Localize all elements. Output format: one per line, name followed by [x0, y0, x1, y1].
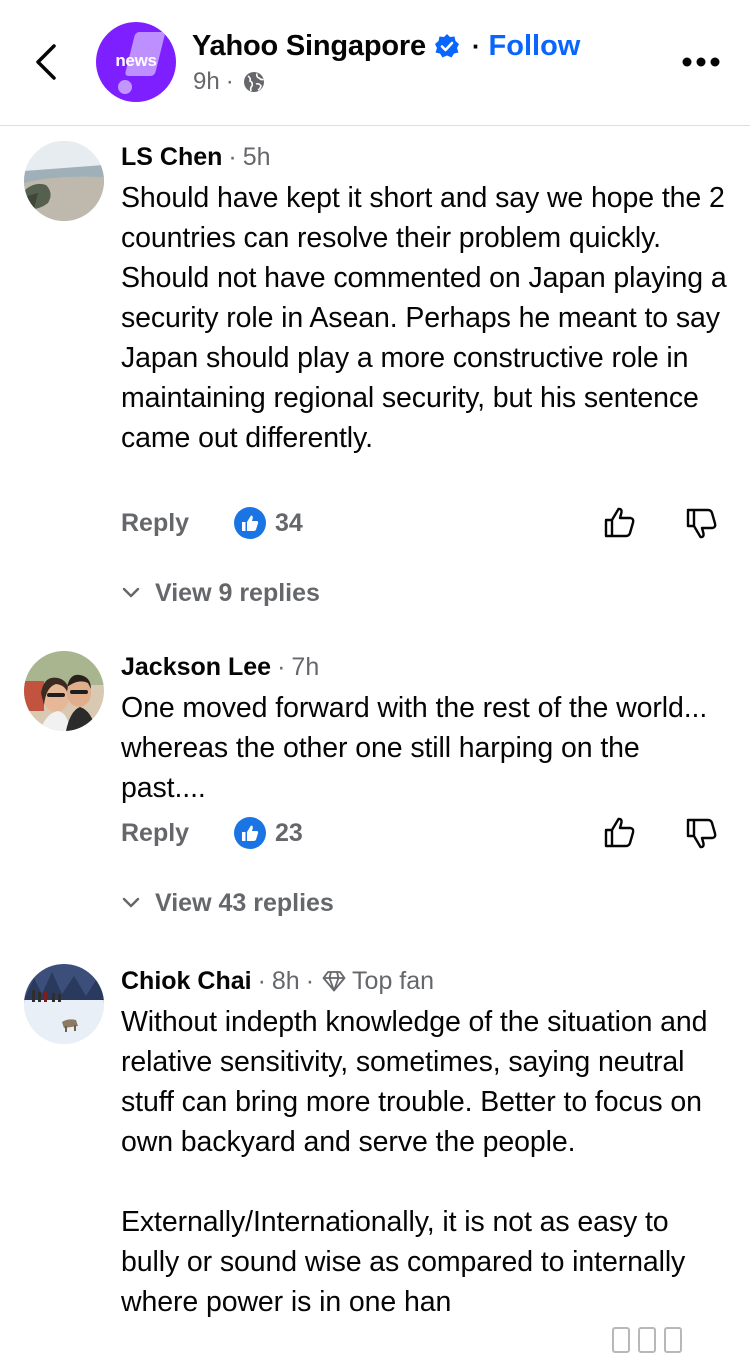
comment-author[interactable]: Chiok Chai	[121, 967, 252, 996]
top-fan-badge: Top fan	[352, 966, 435, 995]
page-name-row: Yahoo Singapore · Follow	[192, 28, 580, 64]
comment: LS Chen · 5h Should have kept it short a…	[0, 140, 750, 620]
comment-time[interactable]: 7h	[291, 653, 319, 682]
reply-button[interactable]: Reply	[121, 819, 189, 848]
like-count: 34	[275, 508, 303, 537]
avatar-couple-photo	[24, 651, 104, 731]
comment-author[interactable]: Jackson Lee	[121, 653, 271, 682]
watermark-mark	[638, 1327, 656, 1353]
thumb-down-icon[interactable]	[685, 817, 719, 851]
thumb-up-icon[interactable]	[603, 505, 637, 539]
more-options-button[interactable]	[680, 52, 722, 72]
comment-header: Jackson Lee · 7h	[121, 650, 731, 684]
badge-separator: ·	[305, 966, 315, 995]
back-button[interactable]	[30, 40, 66, 84]
globe-icon[interactable]	[242, 70, 266, 94]
view-replies-label: View 43 replies	[155, 888, 334, 917]
post-meta: 9h ·	[193, 66, 266, 98]
chevron-down-icon	[122, 897, 140, 908]
avatar[interactable]	[24, 651, 104, 731]
comment-header: Chiok Chai · 8h · Top fan	[121, 964, 731, 998]
comment-separator: ·	[257, 966, 266, 995]
meta-separator: ·	[225, 68, 234, 95]
comment-separator: ·	[228, 142, 237, 171]
page-avatar[interactable]: news	[96, 22, 176, 102]
comment: Jackson Lee · 7h One moved forward with …	[0, 650, 750, 930]
avatar-beach-photo	[24, 141, 104, 221]
post-time: 9h	[193, 68, 220, 95]
reply-button[interactable]: Reply	[121, 509, 189, 538]
comment: Chiok Chai · 8h · Top fan Without indept…	[0, 964, 750, 1366]
watermark	[612, 1327, 682, 1353]
comment-separator: ·	[277, 652, 286, 681]
watermark-mark	[664, 1327, 682, 1353]
like-badge-icon	[234, 817, 266, 849]
page-name[interactable]: Yahoo Singapore	[192, 30, 426, 63]
chevron-down-icon	[122, 587, 140, 598]
comment-actions: Reply 23	[121, 815, 731, 855]
view-replies-button[interactable]: View 9 replies	[121, 576, 320, 610]
comment-time[interactable]: 5h	[243, 143, 271, 172]
header-separator: ·	[471, 30, 481, 61]
comment-text: Should have kept it short and say we hop…	[121, 182, 727, 454]
post-header: news Yahoo Singapore · Follow 9h ·	[0, 0, 750, 126]
diamond-icon	[322, 971, 346, 992]
comment-text: Without indepth knowledge of the situati…	[121, 1006, 708, 1318]
like-count: 23	[275, 818, 303, 847]
avatar-snow-photo	[24, 964, 104, 1044]
comment-author[interactable]: LS Chen	[121, 143, 222, 172]
comment-time[interactable]: 8h	[272, 967, 300, 996]
comment-header: LS Chen · 5h	[121, 140, 731, 174]
like-badge-icon	[234, 507, 266, 539]
follow-button[interactable]: Follow	[489, 30, 581, 63]
thumb-up-icon[interactable]	[603, 815, 637, 849]
comment-actions: Reply 34	[121, 505, 731, 545]
comment-text: One moved forward with the rest of the w…	[121, 692, 708, 804]
reaction-summary[interactable]: 23	[234, 817, 303, 849]
thumb-down-icon[interactable]	[685, 507, 719, 541]
verified-badge-icon	[434, 34, 459, 58]
reaction-summary[interactable]: 34	[234, 507, 303, 539]
avatar[interactable]	[24, 141, 104, 221]
watermark-mark	[612, 1327, 630, 1353]
view-replies-label: View 9 replies	[155, 578, 320, 607]
logo-text: news	[115, 51, 157, 70]
view-replies-button[interactable]: View 43 replies	[121, 886, 334, 920]
logo-dot	[118, 80, 132, 94]
avatar[interactable]	[24, 964, 104, 1044]
